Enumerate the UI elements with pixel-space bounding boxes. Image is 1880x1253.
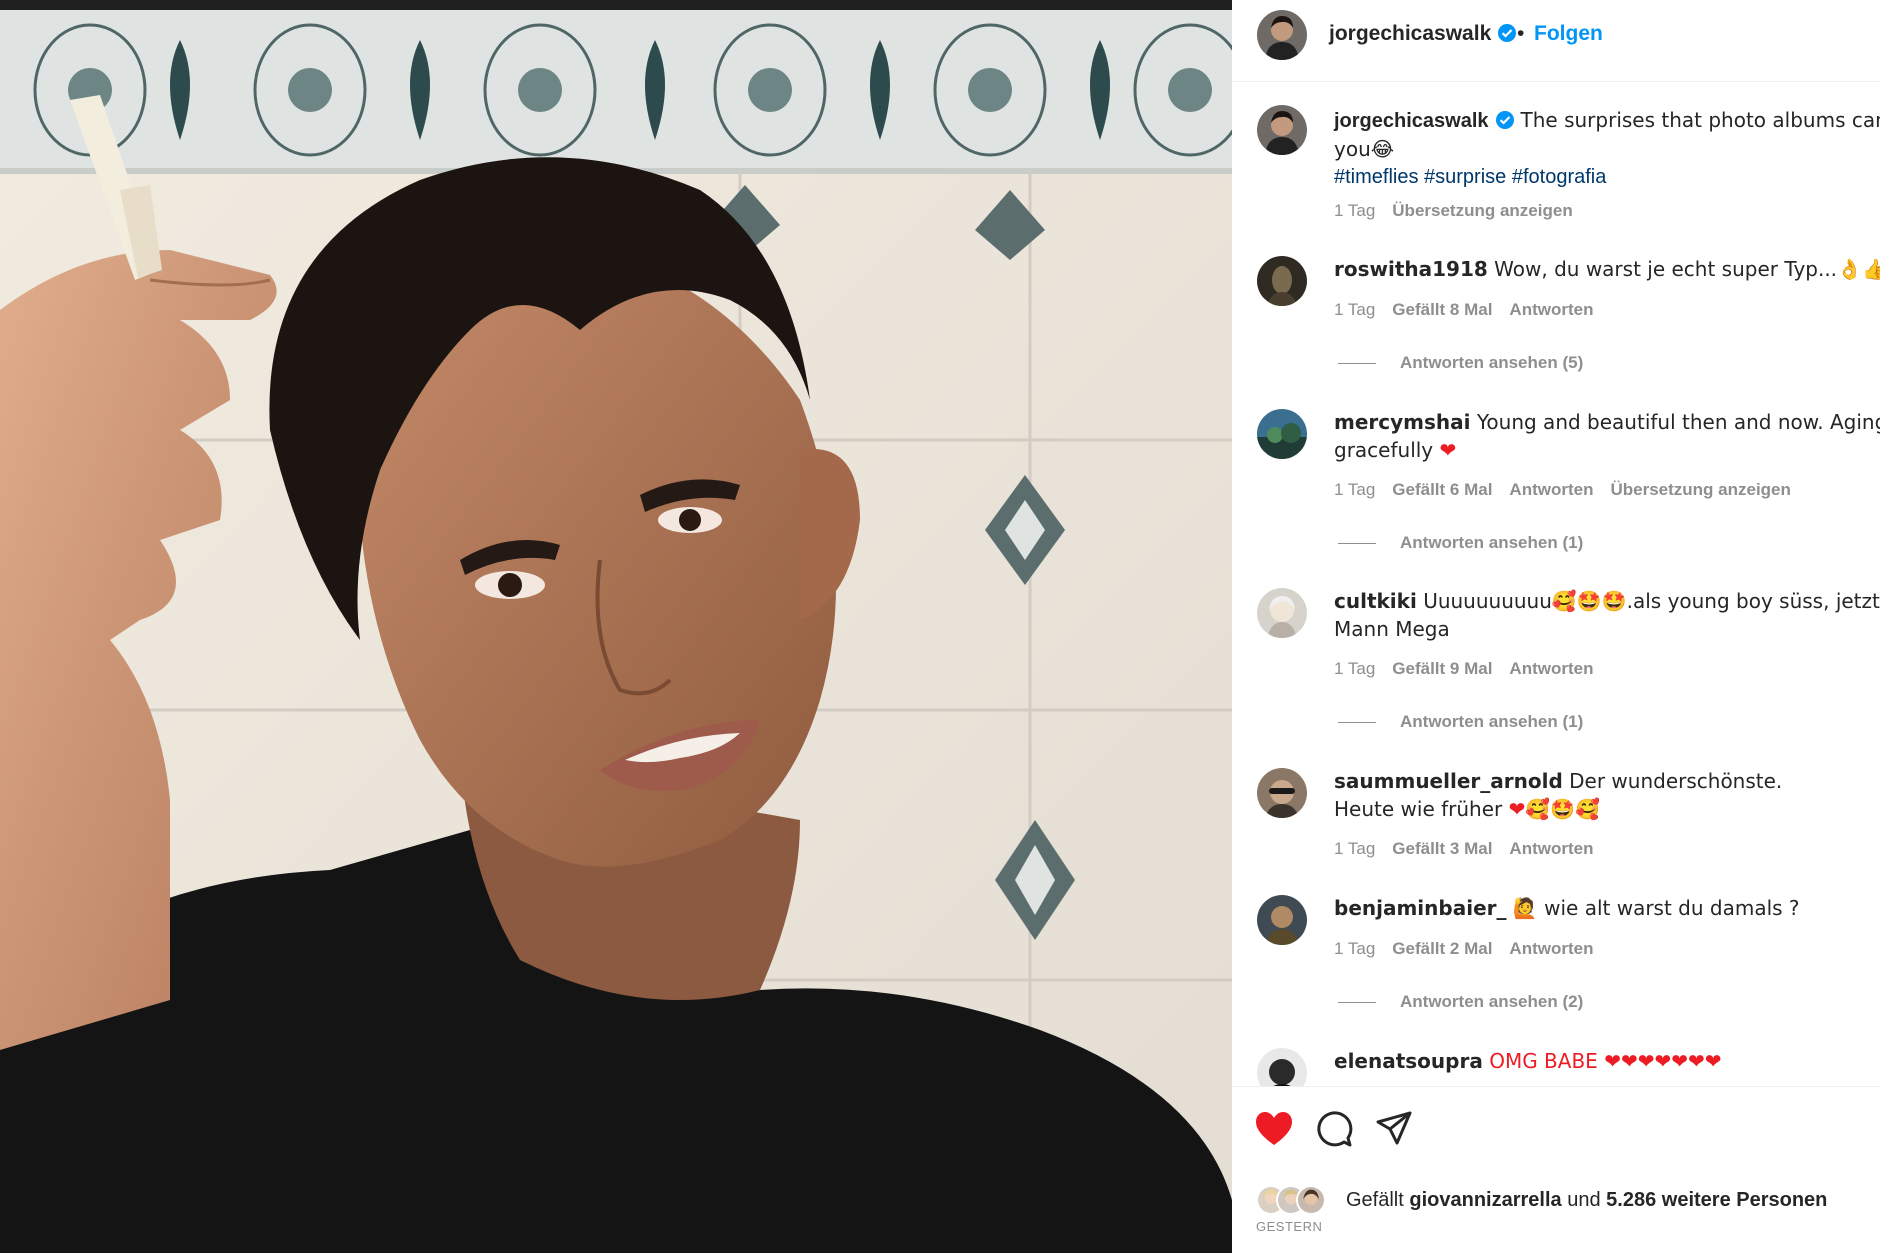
comment-text: saummueller_arnold Der wunderschönste. H… [1334,767,1880,823]
reply-button[interactable]: Antworten [1509,300,1593,319]
caption-text: jorgechicaswalk The surprises that photo … [1334,106,1880,191]
translate-link[interactable]: Übersetzung anzeigen [1392,201,1572,220]
comment-likes[interactable]: Gefällt 6 Mal [1392,480,1492,499]
comment-body: Der wunderschönste. [1569,769,1783,793]
avatar[interactable] [1257,895,1307,945]
verified-badge-icon [1498,24,1517,42]
replies-divider [1338,722,1376,724]
caption-meta: 1 Tag Übersetzung anzeigen [1334,201,1590,221]
follow-button[interactable]: Folgen [1534,22,1603,46]
view-replies-button[interactable]: Antworten ansehen (2) [1338,992,1583,1012]
comment-body: Uuuuuuuuuu🥰🤩🤩.als young boy süss, jetzt … [1423,589,1880,613]
comment-likes[interactable]: Gefällt 3 Mal [1392,839,1492,858]
comment-meta: 1 Tag Gefällt 8 Mal Antworten [1334,300,1610,320]
comment-text: mercymshai Young and beautiful then and … [1334,408,1880,464]
comment-body: Wow, du warst je echt super Typ...👌👍🙂 [1494,257,1880,281]
likes-summary[interactable]: Gefällt giovannizarrella und 5.286 weite… [1256,1183,1876,1219]
comment-username[interactable]: benjaminbaier_ [1334,896,1507,920]
comment-text: roswitha1918 Wow, du warst je echt super… [1334,255,1880,283]
heart-filled-icon[interactable] [1254,1109,1294,1149]
avatar[interactable] [1257,768,1307,818]
reply-button[interactable]: Antworten [1509,839,1593,858]
replies-divider [1338,1002,1376,1004]
view-replies-button[interactable]: Antworten ansehen (5) [1338,353,1583,373]
replies-divider [1338,363,1376,365]
comment-meta: 1 Tag Gefällt 9 Mal Antworten [1334,659,1610,679]
post-date[interactable]: GESTERN [1256,1219,1322,1234]
post-header: jorgechicaswalk • Folgen [1232,0,1880,82]
avatar[interactable] [1257,256,1307,306]
caption-username[interactable]: jorgechicaswalk [1334,110,1489,132]
comment-username[interactable]: mercymshai [1334,410,1471,434]
comment-text: benjaminbaier_ 🙋 wie alt warst du damals… [1334,894,1880,922]
avatar[interactable] [1257,409,1307,459]
comment-time[interactable]: 1 Tag [1334,300,1375,319]
post-sidebar: jorgechicaswalk • Folgen jorgechicaswalk… [1232,0,1880,1253]
post-actions: Gefällt giovannizarrella und 5.286 weite… [1232,1086,1880,1253]
share-icon[interactable] [1374,1109,1414,1149]
comment-time[interactable]: 1 Tag [1334,939,1375,958]
separator-dot: • [1517,22,1525,45]
translate-link[interactable]: Übersetzung anzeigen [1610,480,1790,499]
comment-username[interactable]: saummueller_arnold [1334,769,1563,793]
portrait-image [0,0,1232,1253]
avatar[interactable] [1257,105,1307,155]
comment-time[interactable]: 1 Tag [1334,201,1375,220]
liked-by-user[interactable]: giovannizarrella [1409,1189,1561,1211]
view-replies-button[interactable]: Antworten ansehen (1) [1338,712,1583,732]
caption-line2: you😂 [1334,137,1395,161]
avatar[interactable] [1257,588,1307,638]
comment-time[interactable]: 1 Tag [1334,839,1375,858]
comment-likes[interactable]: Gefällt 9 Mal [1392,659,1492,678]
post-photo[interactable] [0,0,1232,1253]
reply-button[interactable]: Antworten [1509,939,1593,958]
caption-line1: The surprises that photo albums can ho [1520,108,1880,132]
caption-hashtags[interactable]: #timeflies #surprise #fotografia [1334,163,1880,191]
comment-username[interactable]: elenatsoupra [1334,1049,1483,1073]
comment-text: cultkiki Uuuuuuuuuu🥰🤩🤩.als young boy süs… [1334,587,1880,643]
comments-list[interactable]: jorgechicaswalk The surprises that photo … [1232,82,1880,1086]
comment-username[interactable]: cultkiki [1334,589,1417,613]
comment-meta: 1 Tag Gefällt 6 Mal Antworten Übersetzung a… [1334,480,1808,500]
replies-divider [1338,543,1376,545]
comment-body-line2: gracefully ❤ [1334,438,1457,462]
reply-button[interactable]: Antworten [1509,659,1593,678]
comment-body-line2: Mann Mega [1334,617,1450,641]
comment-likes[interactable]: Gefällt 8 Mal [1392,300,1492,319]
comment-body: OMG BABE ❤❤❤❤❤❤❤ [1489,1049,1722,1073]
comment-meta: 1 Tag Gefällt 3 Mal Antworten [1334,839,1610,859]
comment-time[interactable]: 1 Tag [1334,659,1375,678]
comment-time[interactable]: 1 Tag [1334,480,1375,499]
view-replies-button[interactable]: Antworten ansehen (1) [1338,533,1583,553]
comment-likes[interactable]: Gefällt 2 Mal [1392,939,1492,958]
reply-button[interactable]: Antworten [1509,480,1593,499]
comment-body-line2: Heute wie früher ❤🥰🤩🥰 [1334,797,1601,821]
comment-body: 🙋 wie alt warst du damals ? [1512,896,1800,920]
avatar[interactable] [1257,10,1307,60]
likes-count[interactable]: 5.286 weitere Personen [1606,1189,1827,1211]
comment-body: Young and beautiful then and now. Aging [1476,410,1880,434]
comment-meta: 1 Tag Gefällt 2 Mal Antworten [1334,939,1610,959]
comment-username[interactable]: roswitha1918 [1334,257,1488,281]
avatar [1296,1185,1326,1215]
verified-badge-icon [1495,111,1514,129]
comment-icon[interactable] [1314,1109,1354,1149]
header-username[interactable]: jorgechicaswalk [1329,22,1517,46]
likes-text: Gefällt giovannizarrella und 5.286 weite… [1346,1189,1828,1211]
comment-text: elenatsoupra OMG BABE ❤❤❤❤❤❤❤ [1334,1047,1880,1075]
avatar[interactable] [1257,1048,1307,1086]
